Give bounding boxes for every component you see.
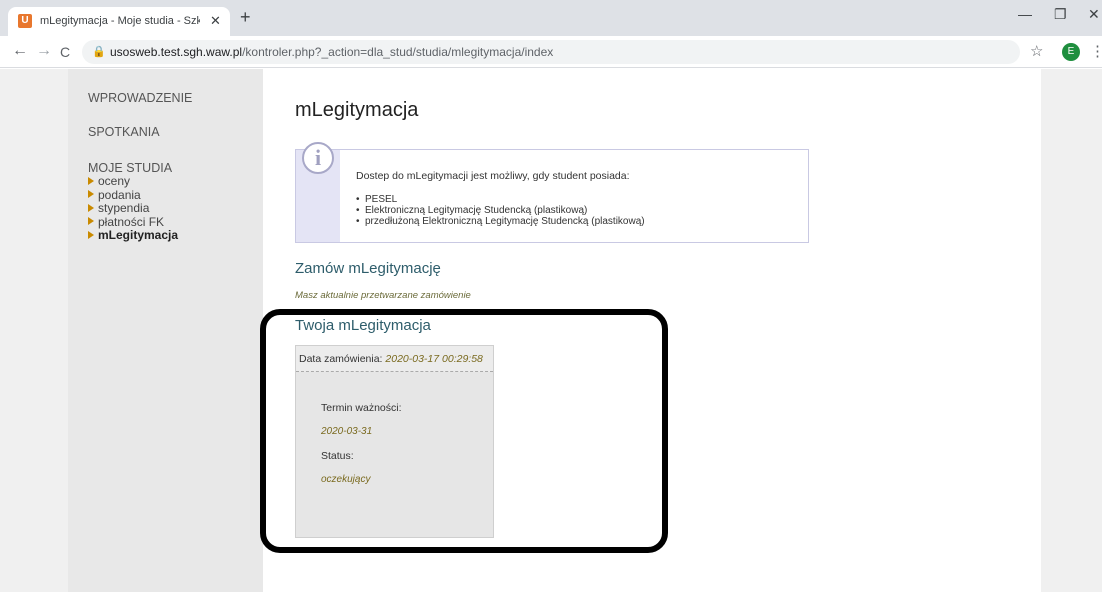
window-close-icon[interactable]: ✕ [1088, 6, 1100, 23]
info-box: i Dostep do mLegitymacji jest możliwy, g… [295, 142, 809, 243]
sidebar-item-oceny[interactable]: oceny [88, 174, 178, 189]
page-title: mLegitymacja [295, 99, 419, 121]
address-bar[interactable]: 🔒 usosweb.test.sgh.waw.pl/kontroler.php?… [82, 40, 1020, 64]
bullet-arrow-icon [88, 230, 94, 239]
requirement-item: przedłużoną Elektroniczną Legitymację St… [356, 216, 645, 227]
sidebar-item-platnosci-fk[interactable]: płatności FK [88, 214, 178, 230]
requirement-item: PESEL [356, 194, 645, 205]
favicon-icon: U [18, 14, 32, 28]
requirements-list: PESEL Elektroniczną Legitymację Studenck… [356, 194, 645, 227]
forward-icon[interactable]: → [36, 42, 52, 60]
nav-moje-studia[interactable]: MOJE STUDIA [88, 161, 172, 175]
new-tab-button[interactable]: + [240, 8, 251, 26]
sidebar-item-stypendia[interactable]: stypendia [88, 201, 178, 216]
info-icon: i [302, 142, 334, 174]
order-heading: Zamów mLegitymację [295, 260, 441, 277]
browser-toolbar: ← → C 🔒 usosweb.test.sgh.waw.pl/kontrole… [0, 36, 1102, 68]
back-icon[interactable]: ← [12, 42, 28, 60]
info-text: Dostep do mLegitymacji jest możliwy, gdy… [356, 170, 630, 182]
sidebar: WPROWADZENIE SPOTKANIA MOJE STUDIA oceny… [68, 69, 263, 592]
reload-icon[interactable]: C [60, 44, 70, 60]
sidebar-item-label: płatności FK [98, 214, 165, 229]
browser-tab[interactable]: U mLegitymacja - Moje studia - Szk ✕ [8, 7, 230, 36]
browser-menu-icon[interactable]: ⋮ [1090, 42, 1102, 60]
requirement-item: Elektroniczną Legitymację Studencką (pla… [356, 205, 645, 216]
bullet-arrow-icon [88, 203, 94, 212]
url-host: usosweb.test.sgh.waw.pl [110, 45, 243, 59]
highlight-annotation [260, 309, 668, 553]
sidebar-item-label: mLegitymacja [98, 228, 179, 242]
bullet-arrow-icon [88, 190, 94, 199]
profile-avatar[interactable]: E [1062, 43, 1080, 61]
bullet-arrow-icon [88, 217, 94, 226]
tab-title: mLegitymacja - Moje studia - Szk [40, 15, 200, 27]
url-text: usosweb.test.sgh.waw.pl/kontroler.php?_a… [110, 45, 553, 59]
browser-tab-strip: U mLegitymacja - Moje studia - Szk ✕ + —… [0, 0, 1102, 36]
bullet-arrow-icon [88, 176, 94, 185]
nav-spotkania[interactable]: SPOTKANIA [88, 125, 160, 139]
nav-wprowadzenie[interactable]: WPROWADZENIE [88, 91, 192, 105]
sidebar-item-label: oceny [98, 174, 131, 188]
bookmark-star-icon[interactable]: ☆ [1030, 42, 1043, 60]
lock-icon[interactable]: 🔒 [92, 45, 106, 58]
order-note: Masz aktualnie przetwarzane zamówienie [295, 290, 471, 301]
tab-close-icon[interactable]: ✕ [210, 13, 221, 29]
sidebar-sublist: oceny podania stypendia płatności FK mLe… [88, 174, 179, 243]
sidebar-item-label: podania [98, 187, 141, 202]
sidebar-item-label: stypendia [98, 201, 150, 215]
sidebar-item-mlegitymacja[interactable]: mLegitymacja [88, 228, 179, 243]
restore-icon[interactable]: ❐ [1054, 6, 1067, 23]
minimize-icon[interactable]: — [1018, 6, 1032, 22]
sidebar-item-podania[interactable]: podania [88, 187, 178, 203]
url-path: /kontroler.php?_action=dla_stud/studia/m… [242, 45, 554, 59]
